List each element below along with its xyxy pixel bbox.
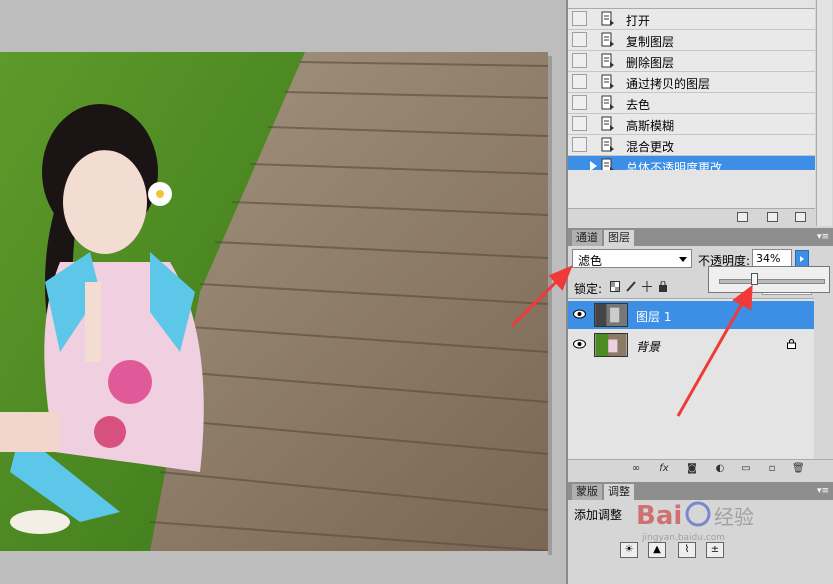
history-checkbox[interactable] (572, 32, 587, 47)
history-item[interactable]: 删除图层 (568, 51, 815, 72)
history-label: 混合更改 (626, 140, 675, 154)
document-icon (601, 11, 614, 26)
canvas-area[interactable] (0, 0, 566, 584)
tab-channels[interactable]: 通道 (572, 230, 602, 246)
opacity-slider-popup[interactable] (708, 266, 830, 293)
history-label: 打开 (626, 14, 651, 28)
brightness-icon[interactable]: ☀ (620, 542, 638, 558)
history-checkbox[interactable] (572, 11, 587, 26)
tab-layers[interactable]: 图层 (604, 230, 634, 246)
history-checkbox[interactable] (572, 95, 587, 110)
layer-thumbnail (594, 303, 628, 327)
layer-row-1[interactable]: 图层 1 (568, 301, 814, 329)
history-item[interactable]: 通过拷贝的图层 (568, 72, 815, 93)
layer-name[interactable]: 背景 (636, 338, 660, 355)
layer-thumbnail (594, 333, 628, 357)
opacity-slider-toggle[interactable] (795, 250, 809, 267)
history-label: 通过拷贝的图层 (626, 77, 711, 91)
panel-menu-icon[interactable]: ▾≡ (817, 232, 829, 242)
history-checkbox[interactable] (572, 116, 587, 131)
photo-shadow (548, 56, 552, 555)
history-item[interactable]: 复制图层 (568, 30, 815, 51)
tab-masks[interactable]: 蒙版 (572, 484, 602, 500)
history-label: 复制图层 (626, 35, 675, 49)
layer-row-background[interactable]: 背景 (568, 331, 814, 359)
link-layers-icon[interactable]: ∞ (630, 463, 642, 474)
document-icon (601, 137, 614, 152)
lock-all-icon[interactable] (658, 281, 668, 292)
lock-transparency-icon[interactable] (610, 281, 620, 292)
layers-footer: ∞ fx ◙ ◐ ▭ ▫ 🗑 (568, 459, 833, 478)
layers-tabbar: 通道 图层 ▾≡ (568, 228, 833, 246)
history-item[interactable]: 高斯模糊 (568, 114, 815, 135)
new-group-icon[interactable]: ▭ (740, 463, 752, 474)
new-document-from-state-icon[interactable] (737, 212, 748, 222)
adjustment-layer-icon[interactable]: ◐ (714, 463, 726, 474)
history-footer (568, 208, 815, 227)
levels-icon[interactable]: ▲ (648, 542, 666, 558)
trash-icon[interactable]: 🗑 (792, 463, 805, 474)
document-icon (601, 74, 614, 89)
document-icon (601, 32, 614, 47)
eye-icon[interactable] (573, 339, 586, 349)
blend-mode-value: 滤色 (578, 254, 603, 268)
eye-icon[interactable] (573, 309, 586, 319)
lock-icon (787, 339, 796, 349)
chevron-down-icon (679, 257, 687, 262)
opacity-slider-thumb[interactable] (751, 273, 759, 285)
history-item[interactable]: 打开 (568, 9, 815, 30)
layers-list: 图层 1 背景 (568, 298, 814, 459)
lock-pixels-brush-icon[interactable] (626, 281, 636, 292)
svg-text:经验: 经验 (714, 505, 754, 529)
tab-adjustments[interactable]: 调整 (604, 484, 634, 500)
history-checkbox[interactable] (572, 74, 587, 89)
new-snapshot-icon[interactable] (767, 212, 778, 222)
lock-label: 锁定: (574, 282, 603, 296)
history-label: 删除图层 (626, 56, 675, 70)
svg-text:Bai: Bai (636, 501, 682, 531)
history-item[interactable]: 去色 (568, 93, 815, 114)
exposure-icon[interactable]: ± (706, 542, 724, 558)
history-item[interactable]: 混合更改 (568, 135, 815, 156)
document-icon (601, 95, 614, 110)
opacity-slider-track[interactable] (719, 279, 825, 284)
photo-image (0, 52, 548, 551)
layer-name[interactable]: 图层 1 (636, 308, 671, 325)
history-top-strip (568, 0, 815, 9)
add-mask-icon[interactable]: ◙ (686, 463, 698, 474)
trash-icon[interactable] (795, 212, 806, 222)
adjustments-title: 添加调整 (574, 508, 623, 522)
svg-text:jingyan.baidu.com: jingyan.baidu.com (641, 533, 725, 543)
document-photo[interactable] (0, 52, 548, 551)
panel-menu-icon[interactable]: ▾≡ (817, 486, 829, 496)
fx-icon[interactable]: fx (658, 463, 670, 474)
history-label: 去色 (626, 98, 651, 112)
history-label: 高斯模糊 (626, 119, 675, 133)
document-icon (601, 53, 614, 68)
baidu-watermark-logo: Bai 经验 jingyan.baidu.com (636, 501, 754, 543)
document-icon (601, 116, 614, 131)
history-checkbox[interactable] (572, 53, 587, 68)
blend-mode-select[interactable]: 滤色 (572, 249, 692, 268)
history-list: 打开 复制图层 删除图层 通过拷贝的图层 去色 高斯模糊 混合更改 总体不透明度… (568, 9, 815, 177)
history-checkbox[interactable] (572, 137, 587, 152)
history-scrollbar[interactable] (816, 0, 832, 226)
history-empty-area (568, 170, 815, 210)
curves-icon[interactable]: ⌇ (678, 542, 696, 558)
new-layer-icon[interactable]: ▫ (766, 463, 778, 474)
lock-position-move-icon[interactable] (642, 281, 652, 292)
